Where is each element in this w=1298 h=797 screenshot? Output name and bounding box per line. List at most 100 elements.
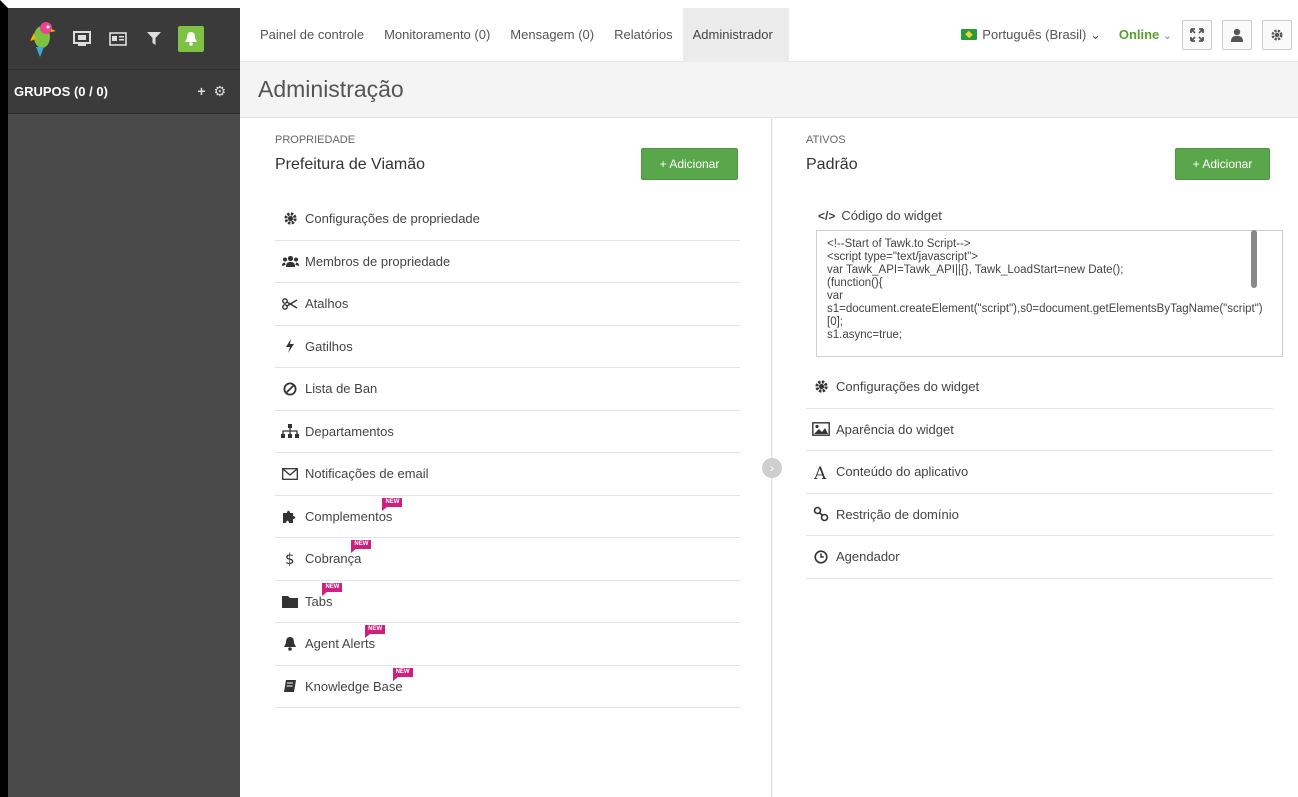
nav-dashboard[interactable]: Painel de controle bbox=[240, 8, 374, 62]
property-menu-item-tabs[interactable]: Tabs NEW bbox=[275, 581, 740, 623]
collapse-handle[interactable]: › bbox=[762, 458, 782, 478]
assets-menu-item-label: Agendador bbox=[836, 549, 900, 565]
assets-menu-item-label: Aparência do widget bbox=[836, 421, 954, 437]
add-asset-button[interactable]: + Adicionar bbox=[1175, 148, 1270, 180]
user-icon bbox=[1231, 28, 1243, 42]
property-menu: Configurações de propriedade Membros de p… bbox=[275, 198, 740, 708]
gear-icon bbox=[806, 379, 836, 394]
property-menu-item-gatilhos[interactable]: Gatilhos bbox=[275, 326, 740, 368]
status-selector[interactable]: Online ⌄ bbox=[1119, 27, 1172, 42]
assets-menu: Configurações do widget Aparência do widg… bbox=[806, 366, 1273, 579]
dollar-icon: $ bbox=[275, 551, 305, 566]
puzzle-icon bbox=[275, 509, 305, 524]
property-menu-item-label: Knowledge Base NEW bbox=[305, 667, 413, 694]
page-header: Administração bbox=[240, 62, 1298, 118]
property-panel: PROPRIEDADE Prefeitura de Viamão + Adici… bbox=[240, 118, 772, 797]
property-menu-item-label: Departamentos bbox=[305, 423, 394, 439]
sidebar: GRUPOS (0 / 0) + ⚙ bbox=[0, 0, 240, 797]
ban-icon bbox=[275, 382, 305, 396]
settings-button[interactable] bbox=[1262, 19, 1292, 50]
property-section-label: PROPRIEDADE bbox=[275, 134, 356, 146]
property-menu-item-knowledge-base[interactable]: Knowledge Base NEW bbox=[275, 666, 740, 708]
property-menu-item-atalhos[interactable]: Atalhos bbox=[275, 283, 740, 326]
contact-card-icon[interactable] bbox=[106, 27, 130, 51]
new-badge: NEW bbox=[322, 582, 343, 596]
link-icon bbox=[806, 506, 836, 522]
gear-icon bbox=[1271, 29, 1283, 40]
book-icon bbox=[275, 679, 305, 694]
property-menu-item-agent-alerts[interactable]: Agent Alerts NEW bbox=[275, 623, 740, 666]
language-selector[interactable]: Português (Brasil) ⌄ bbox=[961, 27, 1101, 43]
property-menu-item-label: Complementos NEW bbox=[305, 497, 403, 524]
property-menu-item-cobranca[interactable]: $ Cobrança NEW bbox=[275, 538, 740, 581]
property-name: Prefeitura de Viamão bbox=[275, 156, 426, 173]
image-icon bbox=[806, 422, 836, 437]
groups-header: GRUPOS (0 / 0) + ⚙ bbox=[8, 70, 240, 114]
property-menu-item-label: Notificações de email bbox=[305, 466, 429, 482]
groups-add-settings-icons[interactable]: + ⚙ bbox=[197, 83, 228, 100]
bolt-icon bbox=[275, 339, 305, 354]
assets-menu-item-aparencia-do-widget[interactable]: Aparência do widget bbox=[806, 409, 1273, 451]
new-badge: NEW bbox=[382, 497, 403, 511]
property-menu-item-label: Lista de Ban bbox=[305, 381, 378, 397]
asset-name: Padrão bbox=[806, 156, 858, 173]
groups-label: GRUPOS (0 / 0) bbox=[14, 84, 108, 99]
nav-admin[interactable]: Administrador bbox=[682, 7, 789, 62]
svg-text:A: A bbox=[813, 464, 827, 480]
users-icon bbox=[275, 255, 305, 268]
property-menu-item-lista-de-ban[interactable]: Lista de Ban bbox=[275, 368, 740, 411]
sitemap-icon bbox=[275, 424, 305, 439]
property-menu-item-label: Atalhos bbox=[305, 296, 349, 312]
code-scrollbar[interactable] bbox=[1251, 230, 1257, 288]
nav-monitoring[interactable]: Monitoramento (0) bbox=[374, 8, 500, 62]
tawk-logo bbox=[28, 19, 58, 59]
nav-messages[interactable]: Mensagem (0) bbox=[500, 8, 604, 62]
fullscreen-button[interactable] bbox=[1182, 19, 1212, 50]
assets-menu-item-restricao-de-dominio[interactable]: Restrição de domínio bbox=[806, 494, 1273, 536]
sidebar-toolbar bbox=[8, 8, 240, 70]
new-badge: NEW bbox=[392, 667, 413, 681]
new-badge: NEW bbox=[365, 625, 386, 639]
filter-icon[interactable] bbox=[142, 27, 166, 51]
chevron-right-icon: › bbox=[770, 461, 774, 475]
top-navigation: Painel de controle Monitoramento (0) Men… bbox=[240, 7, 1298, 62]
property-menu-item-label: Membros de propriedade bbox=[305, 253, 451, 269]
widget-code-textarea[interactable]: <!--Start of Tawk.to Script--> <script t… bbox=[816, 230, 1283, 357]
property-menu-item-notificacoes-de-email[interactable]: Notificações de email bbox=[275, 453, 740, 496]
svg-text:$: $ bbox=[285, 551, 295, 566]
clock-icon bbox=[806, 550, 836, 564]
property-menu-item-departamentos[interactable]: Departamentos bbox=[275, 411, 740, 453]
brazil-flag-icon bbox=[961, 29, 978, 40]
main-content: PROPRIEDADE Prefeitura de Viamão + Adici… bbox=[240, 118, 1298, 797]
property-menu-item-complementos[interactable]: Complementos NEW bbox=[275, 496, 740, 538]
status-label: Online bbox=[1118, 27, 1160, 42]
top-right-controls: Português (Brasil) ⌄ Online ⌄ bbox=[961, 19, 1298, 50]
scissors-icon bbox=[275, 297, 305, 310]
assets-section-label: ATIVOS bbox=[806, 134, 846, 146]
property-menu-item-label: Tabs NEW bbox=[305, 582, 343, 609]
status-caret-icon: ⌄ bbox=[1162, 30, 1172, 42]
page-title: Administração bbox=[258, 76, 404, 102]
expand-icon bbox=[1190, 27, 1204, 42]
property-menu-item-membros-de-propriedade[interactable]: Membros de propriedade bbox=[275, 241, 740, 283]
monitor-icon[interactable] bbox=[70, 27, 94, 51]
widget-code-header: </> Código do widget bbox=[818, 208, 942, 223]
assets-menu-item-conteudo-do-aplicativo[interactable]: A Conteúdo do aplicativo bbox=[806, 451, 1273, 494]
widget-code-label: Código do widget bbox=[841, 208, 942, 223]
assets-menu-item-agendador[interactable]: Agendador bbox=[806, 536, 1273, 579]
envelope-icon bbox=[275, 467, 305, 480]
property-menu-item-configuracoes-de-propriedade[interactable]: Configurações de propriedade bbox=[275, 198, 740, 241]
property-menu-item-label: Gatilhos bbox=[305, 338, 353, 354]
property-menu-item-label: Configurações de propriedade bbox=[305, 211, 480, 227]
profile-button[interactable] bbox=[1222, 19, 1252, 50]
bell-icon bbox=[275, 636, 305, 652]
nav-reports[interactable]: Relatórios bbox=[604, 8, 683, 62]
property-menu-item-label: Cobrança NEW bbox=[305, 540, 372, 566]
bell-icon[interactable] bbox=[178, 25, 204, 52]
assets-menu-item-configuracoes-do-widget[interactable]: Configurações do widget bbox=[806, 366, 1273, 409]
add-property-button[interactable]: + Adicionar bbox=[641, 148, 738, 180]
code-icon: </> bbox=[818, 208, 836, 223]
property-menu-item-label: Agent Alerts NEW bbox=[305, 625, 386, 651]
folder-icon bbox=[275, 595, 305, 608]
new-badge: NEW bbox=[351, 540, 372, 554]
